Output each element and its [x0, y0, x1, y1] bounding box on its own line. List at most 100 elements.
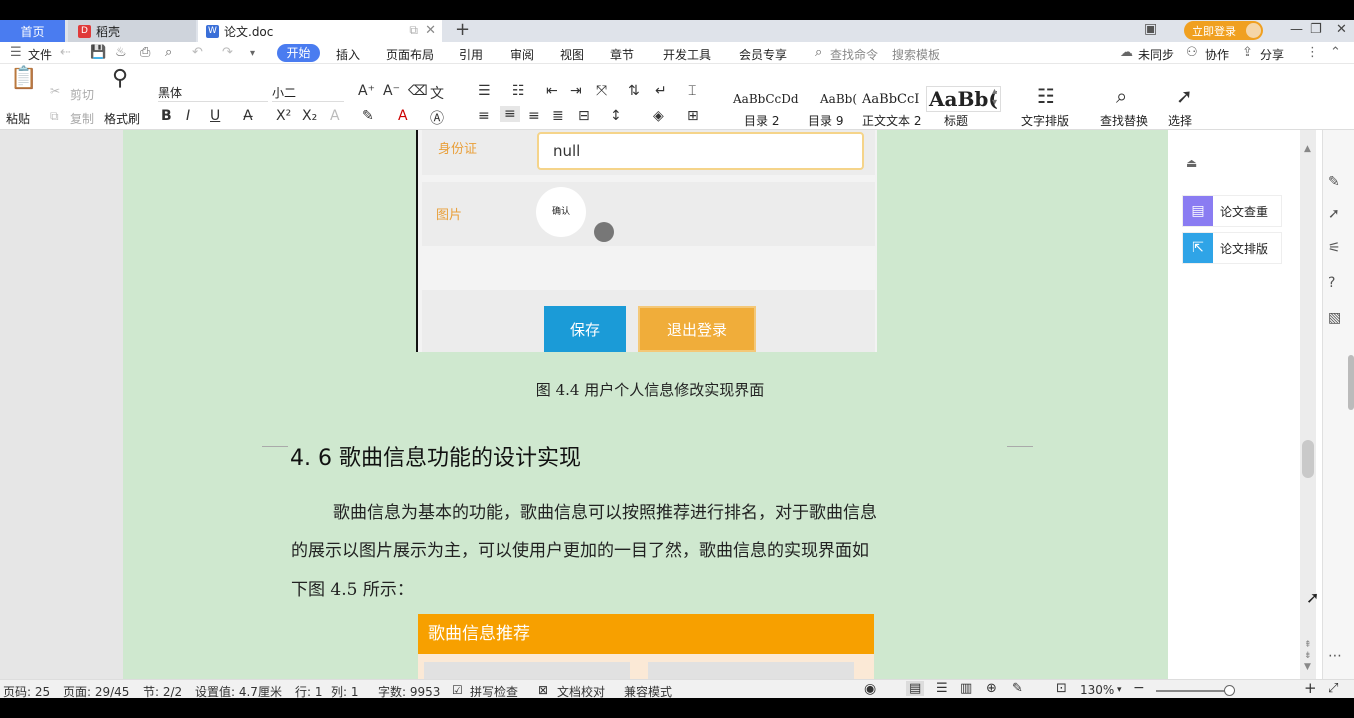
underline-icon[interactable]: U	[210, 108, 220, 124]
web-view-icon[interactable]: ⊕	[986, 681, 997, 696]
menu-file[interactable]: 文件	[28, 46, 52, 63]
new-tab-button[interactable]: +	[455, 20, 470, 40]
paper-layout-button[interactable]: ⇱ 论文排版	[1182, 232, 1282, 264]
indent-icon[interactable]: ⇥	[570, 83, 582, 99]
login-button[interactable]: 立即登录	[1184, 21, 1263, 40]
line-spacing-icon[interactable]: ↕	[610, 108, 622, 124]
menu-review[interactable]: 审阅	[510, 46, 534, 63]
shrink-font-icon[interactable]: A⁻	[383, 83, 400, 99]
image-tool-icon[interactable]: ▧	[1328, 310, 1341, 326]
tab-daoke[interactable]: D 稻壳	[68, 20, 196, 42]
close-tab-icon[interactable]: ✕	[425, 23, 436, 38]
text-layout-button[interactable]: 文字排版	[1021, 112, 1069, 129]
strikethrough-icon[interactable]: A̶	[243, 108, 253, 124]
menu-member[interactable]: 会员专享	[739, 46, 787, 63]
notification-icon[interactable]: ▣	[1144, 21, 1157, 37]
undo-icon[interactable]: ↶	[192, 45, 203, 60]
window-mode-icon[interactable]: ⧉	[409, 23, 418, 38]
char-border-icon[interactable]: Ⓐ	[430, 108, 444, 128]
cut-button[interactable]: 剪切	[70, 86, 94, 103]
font-size-select[interactable]: 小二	[272, 84, 344, 102]
text-layout-icon[interactable]: ☷	[1037, 84, 1055, 108]
collab-button[interactable]: 协作	[1205, 46, 1229, 63]
collapse-ribbon-icon[interactable]: ⌃	[1330, 45, 1341, 60]
font-name-select[interactable]: 黑体	[158, 84, 268, 102]
cursor-icon[interactable]: ➚	[1176, 84, 1193, 108]
settings-sliders-icon[interactable]: ⚟	[1328, 240, 1341, 256]
minimize-icon[interactable]: —	[1290, 22, 1303, 37]
status-words[interactable]: 字数: 9953	[378, 683, 440, 698]
search-command[interactable]: 查找命令	[830, 46, 878, 63]
zoom-slider-handle[interactable]	[1224, 685, 1235, 696]
style-preview-toc9[interactable]: AaBb(	[820, 92, 857, 106]
close-window-icon[interactable]: ✕	[1336, 22, 1347, 37]
show-marks-icon[interactable]: ↵	[655, 83, 667, 99]
paste-icon[interactable]: 📋	[10, 66, 37, 91]
sync-status[interactable]: 未同步	[1138, 46, 1174, 63]
share-button[interactable]: 分享	[1260, 46, 1284, 63]
scrollbar-thumb[interactable]	[1302, 440, 1314, 478]
distribute-icon[interactable]: ⊟	[578, 108, 590, 124]
paper-check-button[interactable]: ▤ 论文查重	[1182, 195, 1282, 227]
zoom-out-icon[interactable]: −	[1133, 680, 1145, 696]
scroll-up-icon[interactable]: ▲	[1304, 144, 1311, 154]
spell-check-button[interactable]: 拼写检查	[470, 683, 518, 698]
back-arrow-icon[interactable]: ⇠	[60, 45, 71, 60]
italic-icon[interactable]: I	[186, 108, 190, 124]
preview-icon[interactable]: ⌕	[165, 45, 172, 60]
border-icon[interactable]: ⊞	[687, 108, 699, 124]
zoom-in-icon[interactable]: +	[1304, 679, 1317, 697]
more-icon[interactable]: ⋮	[1306, 45, 1319, 60]
chinese-layout-icon[interactable]: ⤧	[596, 83, 607, 99]
maximize-icon[interactable]: ❐	[1310, 22, 1322, 37]
format-painter-button[interactable]: 格式刷	[104, 110, 140, 127]
pen-icon[interactable]: ✎	[1328, 174, 1340, 190]
menu-chapter[interactable]: 章节	[610, 46, 634, 63]
print-icon[interactable]: ⎙	[140, 45, 150, 60]
tab-document[interactable]: W 论文.doc ⧉ ✕	[198, 20, 442, 42]
superscript-icon[interactable]: X²	[276, 108, 291, 124]
menu-start[interactable]: 开始	[277, 44, 320, 62]
menu-developer[interactable]: 开发工具	[663, 46, 711, 63]
zoom-level[interactable]: 130%	[1080, 683, 1114, 697]
styles-more-icon[interactable]: ▴ ▾	[992, 86, 997, 108]
side-scroll-indicator[interactable]	[1348, 355, 1354, 410]
fullscreen-icon[interactable]: ⤢	[1328, 681, 1338, 696]
cloud-icon[interactable]: ♨	[115, 45, 127, 60]
paste-button[interactable]: 粘贴	[6, 110, 30, 127]
select-button[interactable]: 选择	[1168, 112, 1192, 129]
proofread-button[interactable]: 文档校对	[557, 683, 605, 698]
style-preview-heading[interactable]: AaBb(	[926, 86, 1001, 112]
eye-protect-icon[interactable]: ◉	[864, 681, 876, 697]
phonetic-icon[interactable]: 文	[430, 83, 444, 103]
write-view-icon[interactable]: ✎	[1012, 681, 1023, 696]
subscript-icon[interactable]: X₂	[302, 108, 317, 124]
hamburger-icon[interactable]: ☰	[10, 45, 22, 60]
menu-insert[interactable]: 插入	[336, 46, 360, 63]
tab-icon[interactable]: ⌶	[688, 83, 696, 99]
sort-icon[interactable]: ⇅	[628, 83, 640, 99]
number-list-icon[interactable]: ☷	[512, 83, 525, 99]
tab-home[interactable]: 首页	[0, 20, 65, 42]
menu-view[interactable]: 视图	[560, 46, 584, 63]
scroll-page-icons[interactable]: ⇞ ⇟ ▼	[1304, 640, 1312, 673]
justify-icon[interactable]: ≣	[552, 108, 564, 124]
find-replace-button[interactable]: 查找替换	[1100, 112, 1148, 129]
find-icon[interactable]: ⌕	[1116, 84, 1127, 108]
font-color-icon[interactable]: A	[398, 108, 408, 124]
bold-icon[interactable]: B	[161, 108, 172, 124]
search-template[interactable]: 搜索模板	[892, 46, 940, 63]
select-cursor-icon[interactable]: ➚	[1328, 206, 1340, 222]
style-preview-toc2[interactable]: AaBbCcDd	[733, 92, 799, 106]
help-icon[interactable]: ?	[1328, 275, 1335, 291]
save-icon[interactable]: 💾	[90, 45, 106, 60]
grow-font-icon[interactable]: A⁺	[358, 83, 375, 99]
reading-view-icon[interactable]: ▥	[960, 681, 972, 696]
outdent-icon[interactable]: ⇤	[546, 83, 558, 99]
highlight-icon[interactable]: ✎	[362, 108, 374, 124]
zoom-dropdown-icon[interactable]: ▾	[1117, 685, 1122, 695]
format-painter-icon[interactable]: ⚲	[112, 66, 128, 91]
align-right-icon[interactable]: ≡	[528, 108, 540, 124]
bullet-list-icon[interactable]: ☰	[478, 83, 491, 99]
more-tools-icon[interactable]: ⋯	[1328, 648, 1342, 664]
